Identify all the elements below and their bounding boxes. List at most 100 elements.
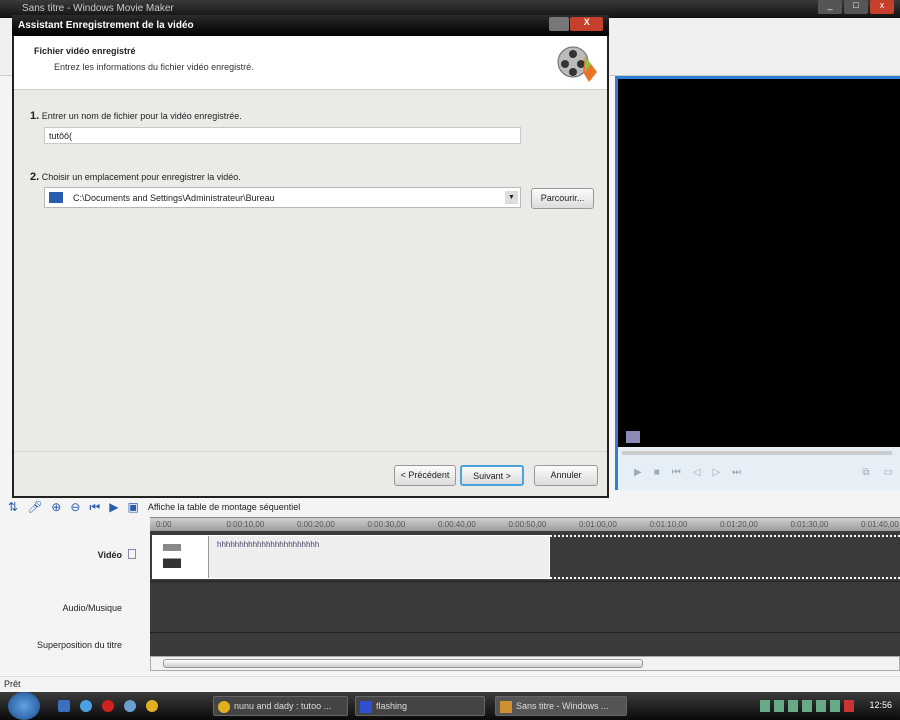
movie-maker-icon [500,701,512,713]
timeline-tracks[interactable]: hhhhhhhhhhhhhhhhhhhhhhh [150,531,900,656]
zoom-out-icon[interactable]: ⊖ [70,500,80,514]
tray-icon[interactable] [844,700,854,712]
ruler-tick-label: 0:00:40,00 [438,520,476,529]
narrate-icon[interactable]: 🎤︎ [27,500,42,514]
show-desktop-icon[interactable] [58,700,70,712]
system-tray [760,700,854,712]
video-clip[interactable]: hhhhhhhhhhhhhhhhhhhhhhh [152,535,550,579]
tray-icon[interactable] [830,700,840,712]
status-bar: Prêt [0,676,900,692]
tray-icon[interactable] [802,700,812,712]
next-frame-icon[interactable]: ▷ [712,467,720,478]
header-subtitle: Entrez les informations du fichier vidéo… [54,62,254,72]
app-quicklaunch-icon[interactable] [124,700,136,712]
step1-text: Entrer un nom de fichier pour la vidéo e… [41,111,242,121]
header-title: Fichier vidéo enregistré [34,46,136,56]
storyboard-toggle[interactable]: Affiche la table de montage séquentiel [148,502,300,512]
play-icon[interactable]: ▶ [634,467,642,478]
expand-track-icon[interactable] [128,549,136,559]
fullscreen-icon[interactable]: ▭ [884,467,893,478]
snapshot-icon[interactable] [626,431,640,443]
step1-number: 1. [30,110,40,122]
step1-label: 1. Entrer un nom de fichier pour la vidé… [30,110,242,122]
dialog-title: Assistant Enregistrement de la vidéo [18,20,194,31]
track-label-video: Vidéo [97,550,122,560]
folder-icon [49,192,63,203]
ruler-tick-label: 0:01:10,00 [649,520,688,529]
dialog-header: Fichier vidéo enregistré Entrez les info… [14,36,607,90]
close-app-button[interactable]: x [870,0,894,14]
film-reel-icon [557,46,597,82]
ruler-tick-label: 0:00:30,00 [367,520,406,529]
start-button[interactable] [8,692,40,720]
location-value: C:\Documents and Settings\Administrateur… [73,193,275,203]
ruler-tick-label: 0:00:50,00 [508,520,547,529]
scrollbar-thumb[interactable] [163,659,643,668]
browse-button[interactable]: Parcourir... [531,188,594,209]
network-icon[interactable] [816,700,826,712]
tray-icon[interactable] [774,700,784,712]
app-icon [360,701,372,713]
track-label-title-overlay: Superposition du titre [36,640,122,650]
filename-input[interactable]: tutôô( [44,127,521,144]
minimize-button[interactable]: _ [818,0,842,14]
preview-controls: ▶ ■ ⏮ ◁ ▷ ⏭ ⧉ ▭ [618,447,900,490]
cancel-button[interactable]: Annuler [534,465,598,486]
task-flashing[interactable]: flashing [355,696,485,716]
rewind-icon[interactable]: ⏮ [672,467,681,478]
storyboard-icon[interactable]: ▣ [127,500,138,514]
timeline-ruler[interactable]: 0:00 0:00:10,00 0:00:20,00 0:00:30,00 0:00:4… [150,517,900,531]
prev-frame-icon[interactable]: ◁ [693,467,701,478]
previous-button[interactable]: < Précédent [394,465,456,486]
app-title: Sans titre - Windows Movie Maker [22,3,174,14]
chrome-icon[interactable] [146,700,158,712]
maximize-button[interactable]: □ [844,0,868,14]
ruler-tick-label: 0:01:30,00 [790,520,829,529]
dialog-title-bar: Assistant Enregistrement de la vidéo X [12,15,609,36]
film-perforation [550,535,900,537]
clip-thumbnail [153,536,209,578]
seek-bar[interactable] [622,451,892,455]
location-dropdown[interactable]: C:\Documents and Settings\Administrateur… [44,187,521,208]
volume-icon[interactable] [788,700,798,712]
set-audio-levels-icon[interactable]: ⇅ [8,500,18,514]
split-icon[interactable]: ⧉ [862,467,869,478]
dialog-close-button[interactable]: X [570,17,603,31]
forward-icon[interactable]: ⏭ [732,467,741,478]
ruler-tick-label: 0:01:20,00 [720,520,758,529]
chrome-icon [218,701,230,713]
task-label: Sans titre - Windows ... [516,701,609,711]
opera-icon[interactable] [102,700,114,712]
ruler-tick-label: 0:01:40,00 [861,520,899,529]
timeline-toolbar: ⇅ 🎤︎ ⊕ ⊖ ⏮ ▶ ▣ Affiche la table de montage séq… [0,498,900,516]
task-label: nunu and dady : tutoo ... [234,701,332,711]
play-icon[interactable]: ▶ [109,500,118,514]
preview-monitor: ▶ ■ ⏮ ◁ ▷ ⏭ ⧉ ▭ [615,76,900,490]
task-chrome[interactable]: nunu and dady : tutoo ... [213,696,348,716]
clip-name: hhhhhhhhhhhhhhhhhhhhhhh [217,540,320,549]
ruler-tick-label: 0:00:10,00 [226,520,265,529]
ruler-tick-label: 0:01:00,00 [579,520,617,529]
timeline-scrollbar[interactable] [150,656,900,671]
divider [150,581,900,582]
step2-number: 2. [30,171,40,183]
dialog-min-button[interactable] [549,17,570,31]
stop-icon[interactable]: ■ [654,467,660,478]
ie-icon[interactable] [80,700,92,712]
rewind-icon[interactable]: ⏮ [89,500,100,515]
tray-icon[interactable] [760,700,770,712]
divider [14,451,607,452]
taskbar: nunu and dady : tutoo ... flashing Sans … [0,692,900,720]
zoom-in-icon[interactable]: ⊕ [51,500,61,514]
task-label: flashing [376,701,408,711]
divider [150,632,900,633]
step2-label: 2. Choisir un emplacement pour enregistr… [30,171,241,183]
save-video-wizard: Assistant Enregistrement de la vidéo X F… [12,15,609,498]
task-movie-maker[interactable]: Sans titre - Windows ... [495,696,627,716]
film-perforation [550,577,900,579]
chevron-down-icon[interactable]: ▼ [505,191,518,204]
clock[interactable]: 12:56 [869,700,892,710]
next-button[interactable]: Suivant > [460,465,524,486]
track-label-audio: Audio/Musique [62,603,122,613]
step2-text: Choisir un emplacement pour enregistrer … [41,172,241,182]
